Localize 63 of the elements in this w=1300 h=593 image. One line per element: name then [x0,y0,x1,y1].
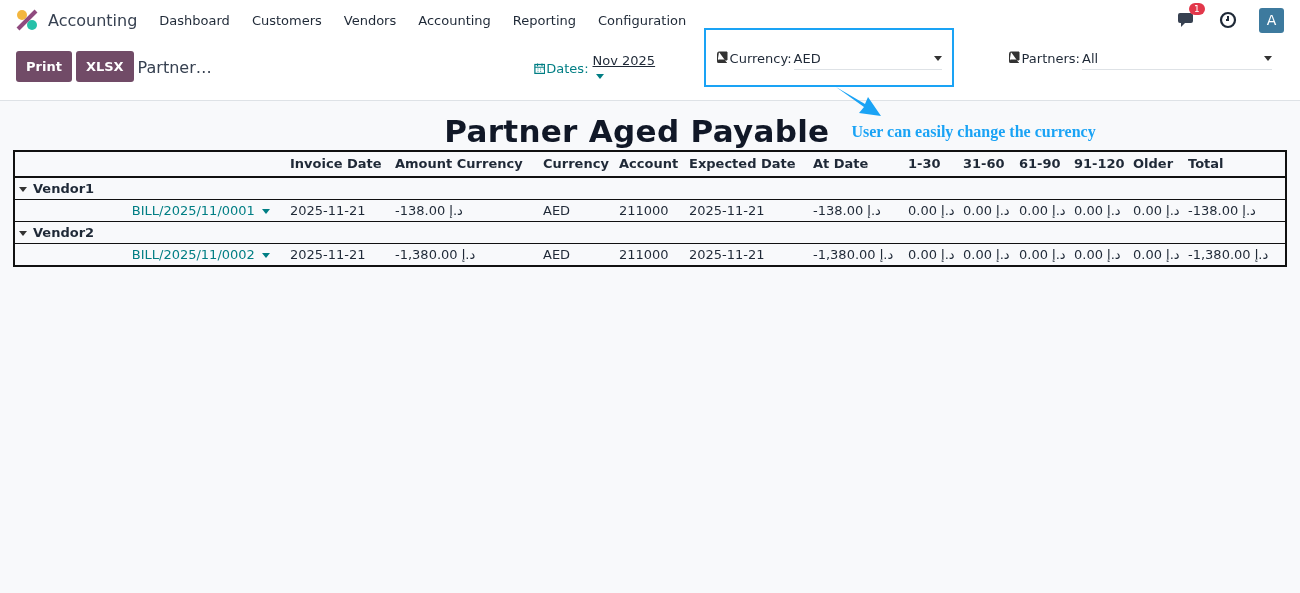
column-header: Account [615,151,685,177]
table-cell: 211000 [615,243,685,266]
group-toggle[interactable]: Vendor2 [19,225,95,240]
table-cell: 211000 [615,199,685,222]
menu-item[interactable]: Accounting [418,12,491,28]
table-cell: 0.00 د.إ [1129,243,1184,266]
calendar-icon [533,61,546,75]
table-cell: 2025-11-21 [286,243,391,266]
bill-link[interactable]: BILL/2025/11/0002 [131,247,270,262]
table-cell: 0.00 د.إ [959,243,1015,266]
column-header: 91-120 [1070,151,1129,177]
dates-label: Dates: [546,60,589,76]
menu-item[interactable]: Configuration [598,12,687,28]
dates-dropdown[interactable]: Nov 2025 [592,53,662,83]
notification-badge: 1 [1189,3,1205,15]
annotation-text: User can easily change the currency [851,123,1096,141]
table-cell: -1,380.00 د.إ [391,243,539,266]
currency-select[interactable]: AED [793,51,942,70]
table-cell: -1,380.00 د.إ [809,243,904,266]
column-header: Invoice Date [286,151,391,177]
menu-item[interactable]: Reporting [512,12,577,28]
table-cell: -1,380.00 د.إ [1184,243,1286,266]
table-cell: -138.00 د.إ [391,199,539,222]
table-cell: -138.00 د.إ [809,199,904,222]
report-title: Partner Aged Payable [444,113,830,149]
partners-label: Partners: [1021,51,1080,66]
partners-select[interactable]: All [1082,51,1272,70]
group-toggle[interactable]: Vendor1 [19,181,95,196]
user-avatar[interactable]: A [1259,7,1284,33]
menu-item[interactable]: Vendors [343,12,397,28]
table-cell: 0.00 د.إ [904,199,959,222]
table-cell: 0.00 د.إ [959,199,1015,222]
menu-item[interactable]: Customers [251,12,322,28]
table-cell: 0.00 د.إ [1015,243,1070,266]
table-cell: -138.00 د.إ [1184,199,1286,222]
app-name[interactable]: Accounting [48,10,138,30]
table-cell: 2025-11-21 [685,243,809,266]
column-header: Total [1184,151,1286,177]
currency-label: Currency: [729,51,792,66]
table-cell: AED [539,199,615,222]
table-cell: 2025-11-21 [286,199,391,222]
table-cell: 0.00 د.إ [1070,199,1129,222]
table-cell: AED [539,243,615,266]
column-header: Currency [539,151,615,177]
column-header: Older [1129,151,1184,177]
column-header: 61-90 [1015,151,1070,177]
table-cell: 0.00 د.إ [1015,199,1070,222]
table-cell: 0.00 د.إ [1129,199,1184,222]
column-header: Expected Date [685,151,809,177]
toolbar-button[interactable]: XLSX [75,51,134,82]
table-cell: 0.00 د.إ [1070,243,1129,266]
column-header: 1-30 [904,151,959,177]
table-cell: 0.00 د.إ [904,243,959,266]
clock-icon[interactable] [1219,11,1237,29]
column-header: 31-60 [959,151,1015,177]
menu-item[interactable]: Dashboard [159,12,230,28]
app-logo-icon [16,9,38,31]
column-header: At Date [809,151,904,177]
table-cell: 2025-11-21 [685,199,809,222]
breadcrumb: Partner… [137,58,212,77]
column-header: Amount Currency [391,151,539,177]
toolbar-button[interactable]: Print [16,51,72,82]
bill-link[interactable]: BILL/2025/11/0001 [131,203,270,218]
